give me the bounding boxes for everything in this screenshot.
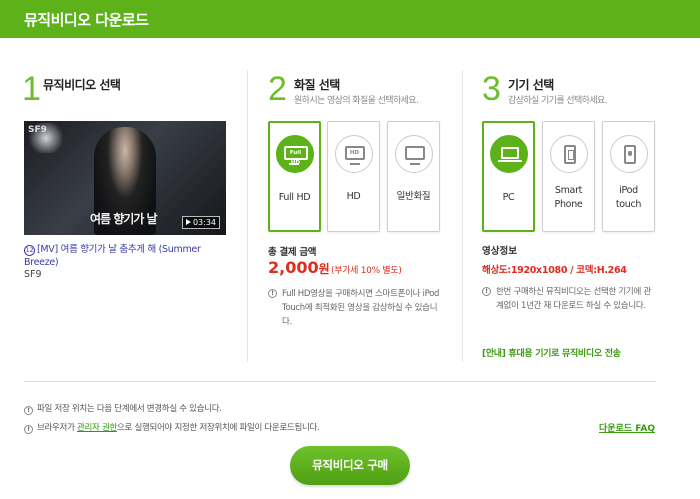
smartphone-circle bbox=[549, 135, 588, 173]
total-price: 2,000원 bbox=[268, 258, 330, 277]
hd-circle: HD bbox=[334, 135, 373, 173]
info-icon: ! bbox=[268, 289, 277, 298]
video-thumbnail[interactable]: SF9 여름 향기가 날 03:34 bbox=[24, 121, 226, 235]
quality-note: ! Full HD영상을 구매하시면 스마트폰이나 iPod Touch에 최적… bbox=[268, 287, 443, 329]
download-faq-link[interactable]: 다운로드 FAQ bbox=[599, 421, 655, 434]
device-label: PC bbox=[502, 192, 515, 203]
device-note-text: 한번 구매하신 뮤직비디오는 선택한 기기에 관계없이 1년간 재 다운로드 하… bbox=[496, 287, 651, 311]
admin-note-text: 브라우저가 bbox=[37, 423, 78, 433]
video-info-label: 영상정보 bbox=[482, 246, 517, 257]
divider bbox=[462, 70, 463, 362]
device-option-ipod[interactable]: iPod touch bbox=[602, 121, 655, 232]
age-rating-icon: 12 bbox=[24, 245, 35, 256]
quality-option-normal[interactable]: 일반화질 bbox=[387, 121, 440, 232]
fullhd-circle: Full HD bbox=[275, 135, 314, 173]
info-icon: ! bbox=[482, 287, 491, 296]
price-unit: 원 bbox=[318, 262, 330, 276]
buy-button[interactable]: 뮤직비디오 구매 bbox=[290, 446, 410, 485]
save-location-text: 파일 저장 위치는 다음 단계에서 변경하실 수 있습니다. bbox=[37, 404, 222, 414]
video-title: [MV] 여름 향기가 날 춤추게 해 (Summer Breeze) bbox=[24, 244, 201, 268]
quality-label: 일반화질 bbox=[396, 191, 431, 202]
device-label: Smart Phone bbox=[554, 185, 583, 210]
normal-circle bbox=[394, 135, 433, 173]
quality-label: HD bbox=[346, 191, 361, 202]
step-2-title: 화질 선택 bbox=[294, 78, 340, 92]
total-price-label: 총 결제 금액 bbox=[268, 247, 317, 258]
hd-monitor-icon: HD bbox=[344, 146, 365, 165]
duration-badge: 03:34 bbox=[181, 216, 220, 229]
step-1-number: 1 bbox=[22, 70, 41, 108]
device-option-smartphone[interactable]: Smart Phone bbox=[542, 121, 595, 232]
video-spec: 해상도:1920x1080 / 코덱:H.264 bbox=[482, 265, 627, 276]
quality-note-text: Full HD영상을 구매하시면 스마트폰이나 iPod Touch에 최적화된… bbox=[282, 289, 440, 327]
duration-text: 03:34 bbox=[192, 218, 216, 227]
divider bbox=[24, 381, 656, 382]
thumbnail-logo: SF9 bbox=[28, 125, 47, 135]
admin-note-text: 으로 실행되어야 지정한 저장위치에 파일이 다운로드됩니다. bbox=[117, 423, 320, 433]
divider bbox=[247, 70, 248, 362]
info-icon: ! bbox=[24, 425, 33, 434]
monitor-icon bbox=[404, 146, 425, 165]
thumbnail-caption: 여름 향기가 날 bbox=[90, 212, 158, 226]
info-icon: ! bbox=[24, 406, 33, 415]
quality-option-hd[interactable]: HD HD bbox=[327, 121, 380, 232]
step-3-subtitle: 감상하실 기기를 선택하세요. bbox=[508, 96, 608, 106]
admin-note: ! 브라우저가 관리자 권한으로 실행되어야 지정한 저장위치에 파일이 다운로드… bbox=[24, 421, 320, 434]
ipod-circle bbox=[609, 135, 648, 173]
admin-rights-link[interactable]: 관리자 권한 bbox=[77, 423, 117, 433]
step-1-title: 뮤직비디오 선택 bbox=[43, 78, 121, 92]
step-2-subtitle: 원하시는 영상의 화질을 선택하세요. bbox=[294, 96, 419, 106]
video-title-link[interactable]: 12 [MV] 여름 향기가 날 춤추게 해 (Summer Breeze) bbox=[24, 243, 229, 269]
fullhd-monitor-icon: Full HD bbox=[283, 146, 308, 166]
ipod-icon bbox=[623, 145, 636, 164]
video-artist: SF9 bbox=[24, 269, 42, 280]
device-note: ! 한번 구매하신 뮤직비디오는 선택한 기기에 관계없이 1년간 재 다운로드… bbox=[482, 285, 657, 313]
save-location-note: ! 파일 저장 위치는 다음 단계에서 변경하실 수 있습니다. bbox=[24, 402, 222, 415]
step-3-title: 기기 선택 bbox=[508, 78, 554, 92]
pc-circle bbox=[489, 135, 528, 173]
smartphone-icon bbox=[563, 145, 576, 164]
header-bar: 뮤직비디오 다운로드 bbox=[0, 0, 700, 38]
price-value: 2,000 bbox=[268, 258, 319, 277]
step-2-number: 2 bbox=[268, 70, 287, 108]
page-title: 뮤직비디오 다운로드 bbox=[24, 11, 149, 29]
device-label: iPod touch bbox=[615, 185, 642, 210]
quality-option-fullhd[interactable]: Full HD Full HD bbox=[268, 121, 321, 232]
quality-label: Full HD bbox=[278, 192, 311, 203]
laptop-icon bbox=[497, 147, 522, 162]
step-3-number: 3 bbox=[482, 70, 501, 108]
vat-note: (부가세 10% 별도) bbox=[331, 266, 402, 276]
device-option-pc[interactable]: PC bbox=[482, 121, 535, 232]
transfer-notice-link[interactable]: [안내] 휴대용 기기로 뮤직비디오 전송 bbox=[482, 346, 621, 359]
play-icon bbox=[185, 219, 191, 225]
